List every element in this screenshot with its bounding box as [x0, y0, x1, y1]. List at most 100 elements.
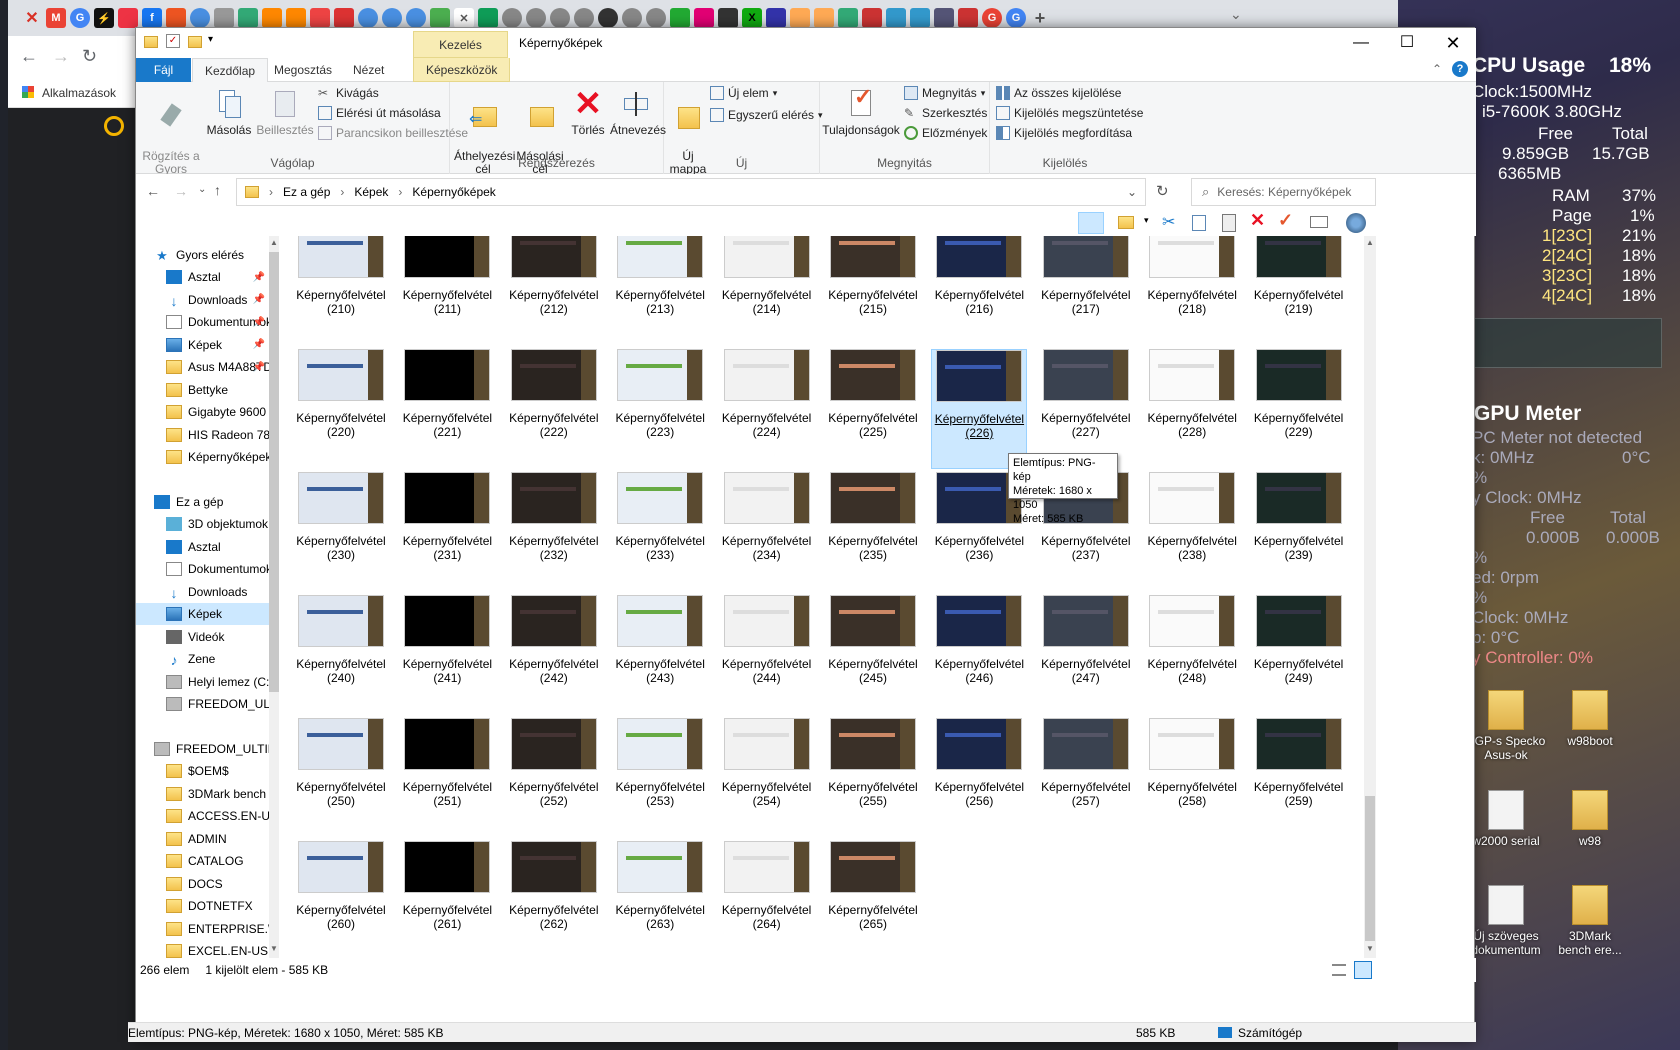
- nav-scroll-thumb[interactable]: [269, 252, 279, 692]
- favicon-icon[interactable]: [766, 8, 786, 28]
- drive-favicon-icon[interactable]: [430, 8, 450, 28]
- file-item[interactable]: Képernyőfelvétel (261): [399, 841, 495, 958]
- pin-icon[interactable]: 📌: [253, 317, 265, 328]
- sheets-icon[interactable]: [478, 8, 498, 28]
- file-item[interactable]: Képernyőfelvétel (247): [1038, 595, 1134, 715]
- file-item[interactable]: Képernyőfelvétel (239): [1251, 472, 1347, 592]
- app-favicon-icon[interactable]: ⚡: [94, 8, 114, 28]
- refresh-icon[interactable]: ↻: [1156, 182, 1169, 200]
- file-item[interactable]: Képernyőfelvétel (218): [1144, 236, 1240, 346]
- favicon-icon[interactable]: [238, 8, 258, 28]
- file-item[interactable]: Képernyőfelvétel (255): [825, 718, 921, 838]
- favicon-icon[interactable]: [790, 8, 810, 28]
- desktop-icon[interactable]: w2000 serial: [1466, 790, 1546, 848]
- favicon-icon[interactable]: [262, 8, 282, 28]
- file-item[interactable]: Képernyőfelvétel (260): [293, 841, 389, 958]
- file-item[interactable]: Képernyőfelvétel (243): [612, 595, 708, 715]
- favicon-icon[interactable]: [670, 8, 690, 28]
- nav-item[interactable]: HIS Radeon 7870: [136, 424, 269, 446]
- tab-file[interactable]: Fájl: [136, 58, 191, 82]
- nav-item[interactable]: Dokumentumok: [136, 558, 269, 580]
- file-item[interactable]: Képernyőfelvétel (245): [825, 595, 921, 715]
- breadcrumb-pictures[interactable]: Képek: [354, 185, 388, 199]
- copy-path-button[interactable]: Elérési út másolása: [318, 106, 441, 120]
- favicon-icon[interactable]: [694, 8, 714, 28]
- file-item[interactable]: Képernyőfelvétel (265): [825, 841, 921, 958]
- favicon-icon[interactable]: [358, 8, 378, 28]
- scroll-up-icon[interactable]: ▲: [270, 238, 278, 247]
- delete-button[interactable]: ✕ Törlés: [568, 87, 608, 137]
- tab-picture-tools[interactable]: Képeszközök: [413, 58, 511, 82]
- file-item[interactable]: Képernyőfelvétel (241): [399, 595, 495, 715]
- file-item[interactable]: Képernyőfelvétel (262): [506, 841, 602, 958]
- file-item[interactable]: Képernyőfelvétel (263): [612, 841, 708, 958]
- favicon-icon[interactable]: X: [742, 8, 762, 28]
- tab-share[interactable]: Megosztás: [262, 58, 344, 82]
- nav-item[interactable]: 3D objektumok: [136, 513, 269, 535]
- nav-item[interactable]: DOTNETFX: [136, 895, 269, 917]
- nav-item[interactable]: Asus M4A88TD 📌: [136, 356, 269, 378]
- search-input[interactable]: ⌕ Keresés: Képernyőképek: [1191, 178, 1376, 206]
- file-item[interactable]: Képernyőfelvétel (264): [719, 841, 815, 958]
- preview-pane-icon[interactable]: [1078, 212, 1104, 234]
- copy-icon[interactable]: [1192, 215, 1206, 231]
- paste-icon[interactable]: [1222, 214, 1236, 232]
- favicon-icon[interactable]: [502, 8, 522, 28]
- paste-button[interactable]: Beillesztés: [254, 88, 316, 137]
- recent-dropdown-icon[interactable]: ⌄: [198, 184, 206, 195]
- apps-grid-icon[interactable]: [22, 86, 34, 98]
- collapse-ribbon-icon[interactable]: ⌃: [1432, 62, 1442, 76]
- new-folder-quick-icon[interactable]: [188, 36, 202, 48]
- favicon-icon[interactable]: [838, 8, 858, 28]
- nav-item[interactable]: ↓ Downloads: [136, 581, 269, 603]
- file-item[interactable]: Képernyőfelvétel (246): [931, 595, 1027, 715]
- file-item[interactable]: Képernyőfelvétel (216): [931, 236, 1027, 346]
- nav-item[interactable]: Bettyke: [136, 379, 269, 401]
- favicon-icon[interactable]: [286, 8, 306, 28]
- favicon-icon[interactable]: [526, 8, 546, 28]
- context-tab-manage[interactable]: Kezelés: [413, 31, 508, 58]
- address-bar[interactable]: › Ez a gép › Képek › Képernyőképek ⌄: [236, 178, 1146, 206]
- nav-item[interactable]: ENTERPRISE.WW: [136, 918, 269, 940]
- file-item[interactable]: Képernyőfelvétel (253): [612, 718, 708, 838]
- up-arrow-icon[interactable]: ↑: [214, 182, 221, 198]
- file-item[interactable]: Képernyőfelvétel (249): [1251, 595, 1347, 715]
- file-item[interactable]: Képernyőfelvétel (221): [399, 349, 495, 469]
- close-icon[interactable]: ✕: [1430, 28, 1476, 58]
- favicon-icon[interactable]: [646, 8, 666, 28]
- file-item[interactable]: Képernyőfelvétel (226): [931, 349, 1028, 469]
- favicon-icon[interactable]: [190, 8, 210, 28]
- favicon-icon[interactable]: [958, 8, 978, 28]
- file-item[interactable]: Képernyőfelvétel (227): [1038, 349, 1134, 469]
- large-icons-view-icon[interactable]: [1354, 961, 1372, 979]
- qat-dropdown-icon[interactable]: ▾: [208, 34, 213, 45]
- file-item[interactable]: Képernyőfelvétel (224): [719, 349, 815, 469]
- file-item[interactable]: Képernyőfelvétel (248): [1144, 595, 1240, 715]
- favicon-icon[interactable]: [118, 8, 138, 28]
- google-icon[interactable]: G: [1006, 8, 1026, 28]
- delete-x-icon[interactable]: ✕: [1250, 210, 1265, 231]
- help-icon[interactable]: ?: [1452, 61, 1468, 77]
- invert-selection-button[interactable]: Kijelölés megfordítása: [996, 126, 1132, 140]
- nav-item[interactable]: ★ Gyors elérés: [136, 244, 269, 266]
- minimize-icon[interactable]: —: [1338, 28, 1384, 58]
- breadcrumb-screenshots[interactable]: Képernyőképek: [412, 185, 495, 199]
- nav-item[interactable]: Dokumentumok 📌: [136, 311, 269, 333]
- file-item[interactable]: Képernyőfelvétel (258): [1144, 718, 1240, 838]
- nav-item[interactable]: Képek: [136, 603, 269, 626]
- file-item[interactable]: Képernyőfelvétel (259): [1251, 718, 1347, 838]
- favicon-icon[interactable]: [814, 8, 834, 28]
- new-tab-plus-icon[interactable]: +: [1030, 8, 1050, 28]
- nav-item[interactable]: CATALOG: [136, 850, 269, 872]
- favicon-icon[interactable]: [862, 8, 882, 28]
- reload-icon[interactable]: ↻: [82, 46, 97, 67]
- file-item[interactable]: Képernyőfelvétel (252): [506, 718, 602, 838]
- tab-home[interactable]: Kezdőlap: [192, 58, 269, 82]
- cut-button[interactable]: ✂ Kivágás: [318, 86, 379, 100]
- nav-item[interactable]: Asztal: [136, 536, 269, 558]
- nav-item[interactable]: FREEDOM_ULTIMA: [136, 693, 269, 715]
- nav-item[interactable]: Ez a gép: [136, 491, 269, 513]
- nav-item[interactable]: EXCEL.EN-US: [136, 940, 269, 958]
- open-button[interactable]: Megnyitás ▾: [904, 86, 985, 100]
- nav-item[interactable]: ↓ Downloads 📌: [136, 289, 269, 311]
